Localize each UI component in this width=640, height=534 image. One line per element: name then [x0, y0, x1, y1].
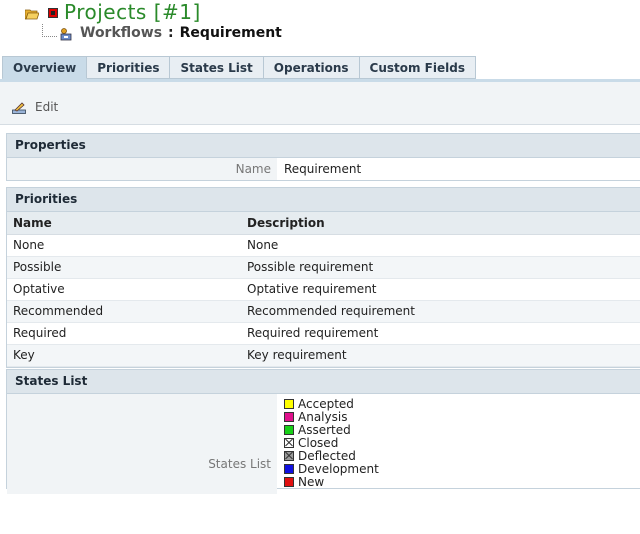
state-color-swatch [284, 477, 294, 487]
state-name: New [298, 475, 325, 489]
page-header: Projects [#1] Workflows: Requirement [0, 0, 640, 56]
priority-name: Key [13, 348, 35, 362]
project-status-icon [48, 8, 58, 18]
column-header-name: Name [13, 216, 52, 230]
priority-name: Possible [13, 260, 62, 274]
states-section: States List States List Accepted Analysi… [6, 369, 640, 494]
priority-name: None [13, 238, 45, 252]
state-name: Closed [298, 436, 339, 450]
breadcrumb: Workflows: Requirement [80, 25, 282, 41]
state-name: Accepted [298, 397, 354, 411]
breadcrumb-workflows-link[interactable]: Workflows [80, 25, 162, 41]
priority-name: Required [13, 326, 67, 340]
priority-description: Recommended requirement [247, 304, 415, 318]
folder-open-icon [25, 9, 39, 20]
table-row: Possible Possible requirement [7, 257, 640, 279]
priority-description: None [247, 238, 279, 252]
tab-priorities[interactable]: Priorities [87, 56, 171, 79]
workflow-icon [60, 28, 72, 41]
priority-description: Key requirement [247, 348, 347, 362]
state-color-swatch [284, 399, 294, 409]
tab-custom-fields[interactable]: Custom Fields [359, 56, 476, 79]
project-title-link[interactable]: Projects [#1] [64, 0, 201, 24]
table-row: Key Key requirement [7, 345, 640, 367]
states-body: States List Accepted Analysis Asserted C… [7, 394, 640, 494]
priorities-section: Priorities Name Description None None Po… [6, 187, 640, 368]
property-label: Name [7, 158, 277, 180]
state-name: Deflected [298, 449, 356, 463]
state-list: Accepted Analysis Asserted Closed Deflec… [284, 398, 379, 489]
state-color-swatch [284, 451, 294, 461]
column-header-description: Description [247, 216, 325, 230]
breadcrumb-current: Requirement [179, 25, 282, 41]
priority-description: Required requirement [247, 326, 379, 340]
state-name: Asserted [298, 423, 351, 437]
edit-icon[interactable] [12, 102, 26, 114]
state-color-swatch [284, 464, 294, 474]
priority-name: Recommended [13, 304, 104, 318]
priority-description: Optative requirement [247, 282, 377, 296]
priorities-header: Priorities [7, 188, 640, 212]
toolbar: Edit [0, 82, 640, 125]
table-row: None None [7, 235, 640, 257]
table-row: Required Required requirement [7, 323, 640, 345]
tab-states-list[interactable]: States List [170, 56, 264, 79]
priority-name: Optative [13, 282, 65, 296]
properties-header: Properties [7, 134, 640, 158]
breadcrumb-separator: : [168, 25, 174, 41]
state-color-swatch [284, 412, 294, 422]
states-header: States List [7, 370, 640, 394]
state-color-swatch [284, 438, 294, 448]
tab-bar: Overview Priorities States List Operatio… [2, 56, 476, 80]
tree-connector [42, 24, 57, 37]
table-row: Optative Optative requirement [7, 279, 640, 301]
state-item: New [284, 476, 379, 489]
tab-overview[interactable]: Overview [2, 56, 88, 79]
property-value: Requirement [284, 162, 362, 176]
properties-section: Properties Name Requirement [6, 133, 640, 181]
state-name: Analysis [298, 410, 348, 424]
property-row-name: Name Requirement [7, 158, 640, 180]
state-color-swatch [284, 425, 294, 435]
state-name: Development [298, 462, 379, 476]
table-header-row: Name Description [7, 212, 640, 235]
edit-button[interactable]: Edit [35, 100, 58, 114]
table-row: Recommended Recommended requirement [7, 301, 640, 323]
tab-operations[interactable]: Operations [263, 56, 360, 79]
states-label: States List [7, 394, 277, 494]
priority-description: Possible requirement [247, 260, 374, 274]
